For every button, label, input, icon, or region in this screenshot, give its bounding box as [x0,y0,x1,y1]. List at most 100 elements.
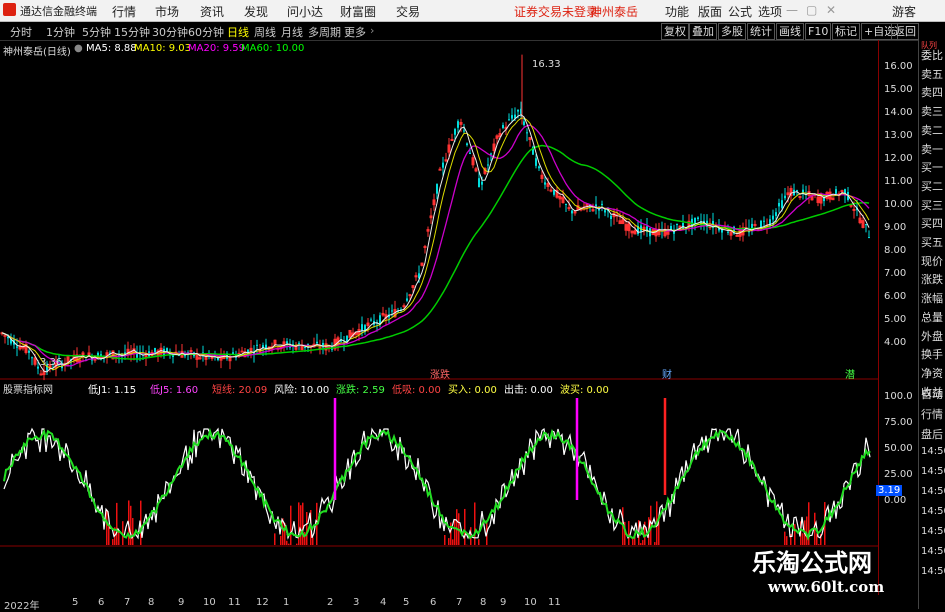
side-field-lower[interactable]: 自动 [921,386,943,402]
side-field[interactable]: 卖三 [921,103,943,119]
candle-body [391,310,393,311]
candle-body [736,235,738,236]
tab-1min[interactable]: 1分钟 [46,24,75,40]
price-tick: 15.00 [884,84,913,95]
multi-stock-button[interactable]: 多股 [718,23,746,40]
tab-60min[interactable]: 60分钟 [188,24,224,40]
side-field[interactable]: 总量 [921,309,943,325]
more-arrow-icon[interactable]: › [370,24,374,37]
menu-item-formula[interactable]: 公式 [728,3,752,20]
side-field[interactable]: 外盘 [921,328,943,344]
draw-button[interactable]: 画线 [776,23,804,40]
mark-button[interactable]: 标记 [832,23,860,40]
candle-body [550,190,552,191]
menu-item-options[interactable]: 选项 [758,3,782,20]
indicator-bar [306,512,308,545]
price-tick: 14.00 [884,107,913,118]
candle-body [481,182,483,185]
login-notice[interactable]: 证券交易未登录 [514,3,598,20]
ma60-line [2,146,869,360]
side-field[interactable]: 卖二 [921,122,943,138]
candle-body [286,341,288,343]
side-field-lower[interactable]: 14:50 [921,566,945,577]
menu-item-discover[interactable]: 发现 [244,3,268,20]
tab-daily[interactable]: 日线 [227,24,249,40]
side-field-lower[interactable]: 14:50 [921,506,945,517]
side-field[interactable]: 买二 [921,178,943,194]
tab-multi-period[interactable]: 多周期 [308,24,341,40]
side-field[interactable]: 买一 [921,159,943,175]
stats-button[interactable]: 统计 [747,23,775,40]
side-field-lower[interactable]: 14:50 [921,546,945,557]
candle-body [322,343,324,347]
candle-body [535,158,537,166]
side-field-lower[interactable]: 14:50 [921,526,945,537]
menu-item-layout[interactable]: 版面 [698,3,722,20]
menu-item-ask[interactable]: 问小达 [287,3,323,20]
side-field-lower[interactable]: 14:50 [921,446,945,457]
candlesticks [1,55,870,381]
indicator-bar [456,509,458,545]
side-field-lower[interactable]: 14:50 [921,466,945,477]
x-tick: 4 [380,597,386,608]
x-tick: 11 [548,597,561,608]
x-tick: 10 [203,597,216,608]
side-field[interactable]: 卖四 [921,84,943,100]
tab-5min[interactable]: 5分钟 [82,24,111,40]
menu-item-function[interactable]: 功能 [665,3,689,20]
menu-item-wealth[interactable]: 财富圈 [340,3,376,20]
tab-weekly[interactable]: 周线 [254,24,276,40]
close-icon[interactable]: ✕ [826,3,836,17]
candle-body [4,335,6,336]
tab-monthly[interactable]: 月线 [281,24,303,40]
marker-qian[interactable]: 潜 [845,366,855,381]
x-tick: 5 [403,597,409,608]
tab-15min[interactable]: 15分钟 [114,24,150,40]
back-button[interactable]: 返回 [891,23,919,40]
side-field[interactable]: 买五 [921,234,943,250]
price-tick: 16.00 [884,61,913,72]
menu-item-news[interactable]: 资讯 [200,3,224,20]
menu-item-quotes[interactable]: 行情 [112,3,136,20]
marker-cai[interactable]: 财 [662,366,672,381]
high-price-label: 16.33 [532,59,561,70]
overlay-button[interactable]: 叠加 [689,23,717,40]
candle-body [610,216,612,219]
side-field-lower[interactable]: 14:50 [921,486,945,497]
side-field[interactable]: 委比 [921,47,943,63]
side-field[interactable]: 卖一 [921,141,943,157]
price-tick: 12.00 [884,153,913,164]
indicator-value: 涨跌: 2.59 [336,381,385,396]
side-field[interactable]: 现价 [921,253,943,269]
current-indicator-value: 3.19 [876,485,902,496]
side-field[interactable]: 卖五 [921,66,943,82]
tab-timeshare[interactable]: 分时 [10,24,32,40]
adjust-button[interactable]: 复权 [661,23,689,40]
side-field[interactable]: 买四 [921,215,943,231]
indicator-bar [116,503,118,545]
tab-more[interactable]: 更多 [344,24,366,40]
side-field-lower[interactable]: 行情 [921,406,943,422]
side-field[interactable]: 涨跌 [921,271,943,287]
side-field[interactable]: 净资 [921,365,943,381]
indicator-bar [298,502,300,545]
guest-label[interactable]: 游客 [892,3,916,20]
side-field[interactable]: 换手 [921,346,943,362]
x-tick: 8 [148,597,154,608]
kline-chart[interactable] [0,40,878,595]
menu-item-market[interactable]: 市场 [155,3,179,20]
candle-body [304,347,306,348]
minimize-icon[interactable]: — [786,3,798,17]
side-field[interactable]: 涨幅 [921,290,943,306]
menu-item-trade[interactable]: 交易 [396,3,420,20]
marker-zd[interactable]: 涨跌 [430,366,450,381]
candle-body [778,203,780,206]
candle-body [166,348,168,351]
indicator-title[interactable]: 股票指标网 [3,381,53,396]
price-tick: 4.00 [884,337,906,348]
side-field-lower[interactable]: 盘后 [921,426,943,442]
f10-button[interactable]: F10 [805,23,831,40]
tab-30min[interactable]: 30分钟 [152,24,188,40]
side-field[interactable]: 买三 [921,197,943,213]
restore-icon[interactable]: ▢ [806,3,817,17]
